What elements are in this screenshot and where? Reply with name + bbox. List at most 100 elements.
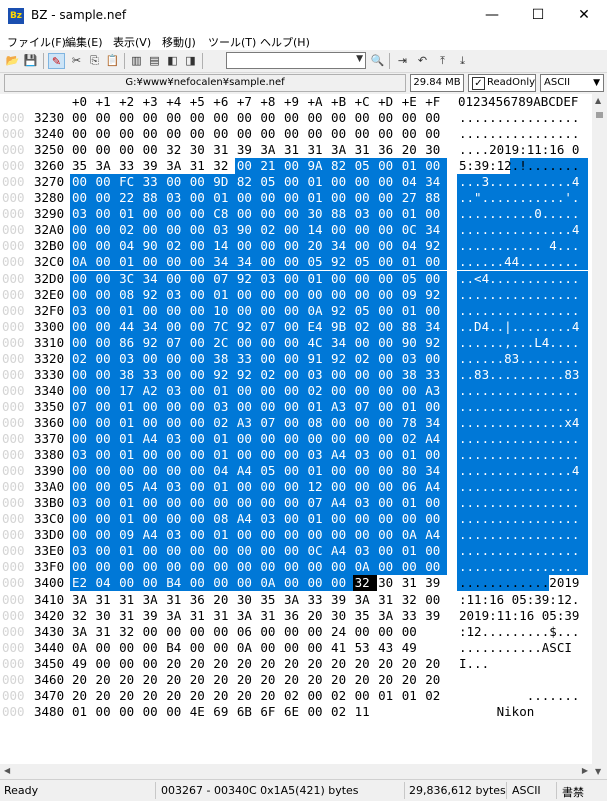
hex-byte[interactable]: 00 xyxy=(329,527,354,544)
ascii-text[interactable]: ....... xyxy=(457,688,588,704)
hex-byte[interactable]: 41 xyxy=(329,640,353,656)
hex-byte[interactable]: 00 xyxy=(306,704,330,720)
hex-row[interactable]: 000 3430 3A 31 32 00 00 00 00 06 00 00 00 24 00 00 00:12… xyxy=(0,624,592,640)
hex-byte[interactable]: 00 xyxy=(187,495,212,512)
hex-byte[interactable]: 78 xyxy=(399,414,424,431)
hex-byte[interactable]: 00 xyxy=(281,254,306,271)
hex-byte[interactable]: 92 xyxy=(234,318,259,335)
hex-byte[interactable]: 04 xyxy=(93,575,118,592)
hex-byte[interactable]: 03 xyxy=(305,366,330,383)
hex-byte[interactable]: 3A xyxy=(235,608,259,624)
hex-byte[interactable]: 31 xyxy=(94,592,118,608)
hex-byte[interactable]: 03 xyxy=(164,286,189,303)
hex-row[interactable]: 000 3340 00 00 17 A2 03 00 01 00 00 00 02 00 00 00 00 A3.… xyxy=(0,382,592,399)
readonly-checkbox[interactable]: ✓ ReadOnly xyxy=(468,74,536,92)
hex-byte[interactable]: 00 xyxy=(329,286,354,303)
hex-byte[interactable]: 00 xyxy=(164,447,189,464)
cut-icon[interactable]: ✂ xyxy=(68,53,85,69)
hex-byte[interactable]: 00 xyxy=(93,286,118,303)
hex-byte[interactable]: 00 xyxy=(329,382,354,399)
hex-byte[interactable]: 90 xyxy=(399,334,424,351)
hex-byte[interactable]: 00 xyxy=(93,302,118,319)
hex-byte[interactable]: 03 xyxy=(211,398,236,415)
hex-byte[interactable]: 00 xyxy=(234,158,259,175)
hex-byte[interactable]: 00 xyxy=(70,238,94,255)
hex-row[interactable]: 000 3460 20 20 20 20 20 20 20 20 20 20 20 20 20 20 20 20 xyxy=(0,672,592,688)
hex-byte[interactable]: 01 xyxy=(117,495,142,512)
hex-byte[interactable]: 20 xyxy=(211,656,235,672)
hex-byte[interactable]: 00 xyxy=(281,206,306,223)
hex-byte[interactable]: 30 xyxy=(188,142,212,158)
menu-help[interactable]: ヘルプ(H) xyxy=(260,34,310,50)
hex-byte[interactable]: 00 xyxy=(93,350,118,367)
hex-byte[interactable]: 00 xyxy=(93,463,118,480)
hex-byte[interactable]: 00 xyxy=(376,350,401,367)
hex-byte[interactable]: 00 xyxy=(234,543,259,560)
hex-byte[interactable]: 00 xyxy=(234,447,259,464)
hex-byte[interactable]: 0A xyxy=(399,527,424,544)
hex-byte[interactable]: 00 xyxy=(258,624,282,640)
hex-byte[interactable]: 00 xyxy=(187,270,212,287)
hex-byte[interactable]: 00 xyxy=(281,318,306,335)
hex-byte[interactable]: 00 xyxy=(353,688,377,704)
hex-byte[interactable]: 00 xyxy=(187,350,212,367)
hex-byte[interactable]: 00 xyxy=(258,398,283,415)
hex-byte[interactable]: 00 xyxy=(234,495,259,512)
hex-byte[interactable]: 01 xyxy=(399,158,424,175)
hex-byte[interactable]: 20 xyxy=(329,672,353,688)
hex-byte[interactable]: 00 xyxy=(423,511,448,528)
hex-byte[interactable]: E2 xyxy=(70,575,94,592)
hex-view[interactable]: +0 +1 +2 +3 +4 +5 +6 +7 +8 +9 +A +B +C +D +E +F 01234567… xyxy=(0,94,592,778)
hex-byte[interactable]: 00 xyxy=(352,479,377,496)
hex-byte[interactable]: 00 xyxy=(329,270,354,287)
hex-byte[interactable]: 43 xyxy=(376,640,400,656)
hex-byte[interactable]: 00 xyxy=(376,110,400,126)
hex-byte[interactable]: 69 xyxy=(211,704,235,720)
ascii-text[interactable]: ..D4..|........4 xyxy=(457,318,588,335)
hex-byte[interactable]: 02 xyxy=(423,688,447,704)
ascii-text[interactable]: ................ xyxy=(457,431,588,447)
hex-byte[interactable]: 01 xyxy=(211,447,236,464)
hex-byte[interactable]: 00 xyxy=(281,479,306,496)
hex-byte[interactable]: 00 xyxy=(423,592,447,608)
save-icon[interactable]: 💾 xyxy=(22,53,39,69)
hex-byte[interactable]: 00 xyxy=(306,688,330,704)
hex-byte[interactable]: 00 xyxy=(352,414,377,431)
hex-byte[interactable]: 00 xyxy=(140,206,165,223)
hex-byte[interactable]: 00 xyxy=(376,286,401,303)
hex-byte[interactable]: 00 xyxy=(164,206,189,223)
hex-byte[interactable]: 00 xyxy=(376,334,401,351)
hex-byte[interactable]: 00 xyxy=(258,238,283,255)
hex-byte[interactable]: 00 xyxy=(141,656,165,672)
hex-byte[interactable]: C8 xyxy=(211,206,236,223)
hex-byte[interactable]: 00 xyxy=(187,222,212,239)
hex-byte[interactable]: 00 xyxy=(423,447,448,464)
hex-byte[interactable]: 00 xyxy=(187,238,212,255)
hex-byte[interactable]: 36 xyxy=(376,142,400,158)
hex-row[interactable]: 000 3230 00 00 00 00 00 00 00 00 00 00 00 00 00 00 00 00.… xyxy=(0,110,592,126)
hex-byte[interactable]: 00 xyxy=(281,158,306,175)
hex-byte[interactable]: 01 xyxy=(305,174,330,191)
hex-byte[interactable]: 33 xyxy=(306,592,330,608)
hex-byte[interactable]: 3C xyxy=(117,270,142,287)
hex-byte[interactable]: 00 xyxy=(305,575,330,592)
hex-byte[interactable]: 01 xyxy=(305,190,330,207)
hex-byte[interactable]: 00 xyxy=(187,206,212,223)
hex-byte[interactable]: 00 xyxy=(235,110,259,126)
hex-byte[interactable]: 00 xyxy=(352,334,377,351)
hex-byte[interactable]: 32 xyxy=(400,592,424,608)
scroll-right-icon[interactable]: ▶ xyxy=(582,764,588,778)
hex-byte[interactable]: 38 xyxy=(117,366,142,383)
hex-byte[interactable]: 00 xyxy=(376,382,401,399)
hex-row[interactable]: 000 3370 00 00 01 A4 03 00 01 00 00 00 00 00 00 00 02 A4.… xyxy=(0,431,592,447)
hex-byte[interactable]: A3 xyxy=(234,414,259,431)
ascii-text[interactable]: ...........ASCI xyxy=(457,640,588,656)
hex-byte[interactable]: 02 xyxy=(258,222,283,239)
hex-byte[interactable]: 39 xyxy=(141,608,165,624)
hex-byte[interactable]: 00 xyxy=(306,640,330,656)
hex-byte[interactable]: 00 xyxy=(164,318,189,335)
hex-byte[interactable]: 00 xyxy=(70,414,94,431)
hex-byte[interactable]: 92 xyxy=(329,302,354,319)
hex-byte[interactable]: 00 xyxy=(117,126,141,142)
ascii-text[interactable]: ...3...........4 xyxy=(457,174,588,191)
